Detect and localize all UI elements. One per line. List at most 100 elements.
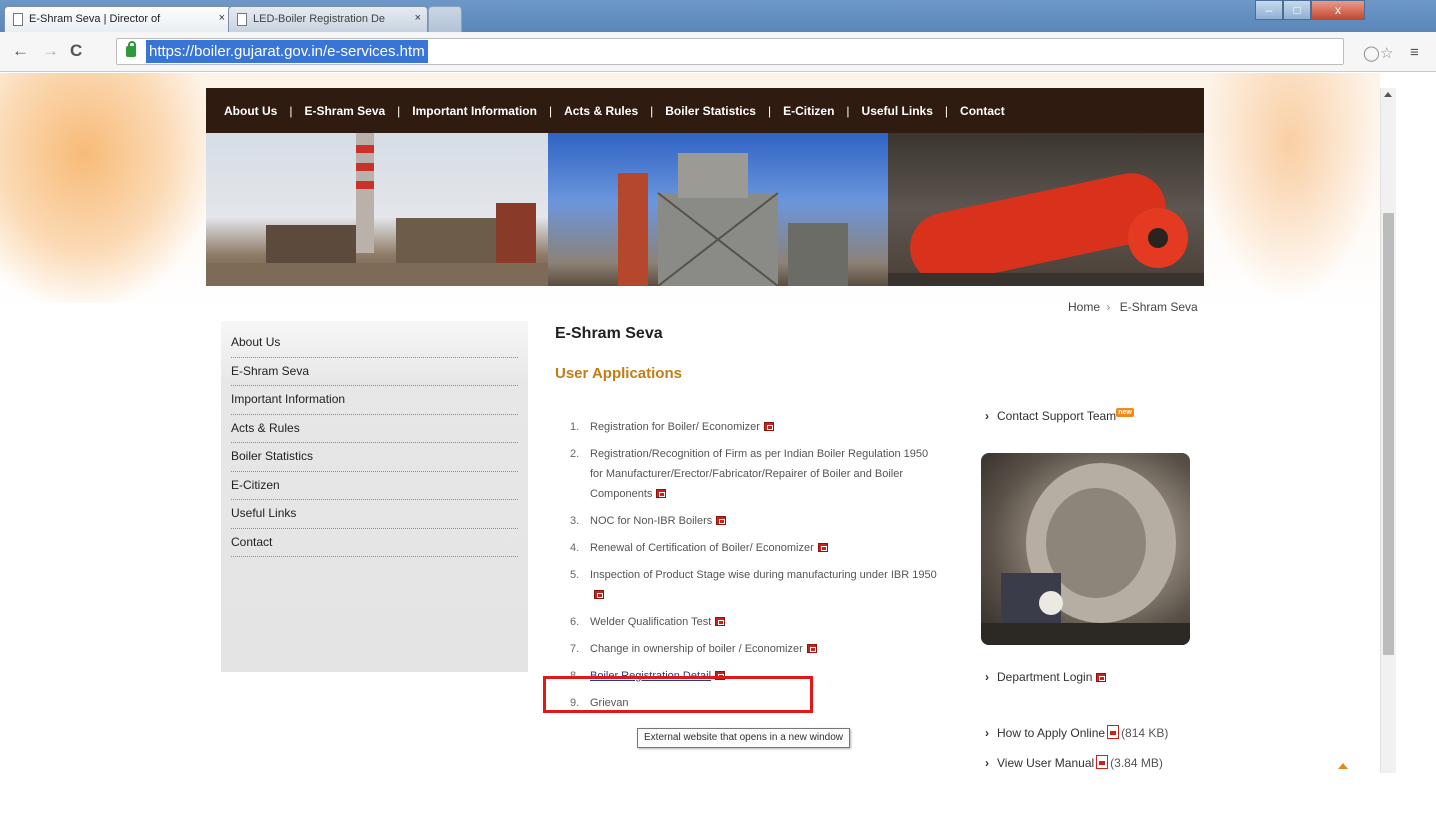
new-badge: new xyxy=(1116,408,1134,417)
chevron-right-icon: › xyxy=(985,409,989,423)
application-link[interactable]: Renewal of Certification of Boiler/ Econ… xyxy=(590,542,814,554)
header-banner xyxy=(206,133,1204,286)
url-text[interactable]: https://boiler.gujarat.gov.in/e-services… xyxy=(146,40,428,63)
external-link-icon xyxy=(656,489,667,498)
topnav-e-shram-seva[interactable]: E-Shram Seva xyxy=(304,104,385,118)
external-link-icon xyxy=(716,516,727,525)
item-number: 7. xyxy=(570,643,580,655)
back-button[interactable]: ← xyxy=(12,41,29,61)
external-link-icon xyxy=(715,617,726,626)
nav-separator: | xyxy=(846,103,850,118)
red-boiler-illustration xyxy=(888,173,1204,286)
breadcrumb-current: E-Shram Seva xyxy=(1119,300,1198,314)
topnav-contact[interactable]: Contact xyxy=(960,104,1005,118)
tab-boiler-registration[interactable]: LED-Boiler Registration De × xyxy=(228,6,428,32)
sidebar-item-boiler-statistics[interactable]: Boiler Statistics xyxy=(231,443,518,472)
list-item[interactable]: 3. NOC for Non-IBR Boilers xyxy=(570,511,940,531)
page-icon xyxy=(13,13,23,26)
top-navigation: About Us | E-Shram Seva | Important Info… xyxy=(206,88,1204,133)
list-item[interactable]: 6. Welder Qualification Test xyxy=(570,612,940,632)
how-to-apply-label[interactable]: How to Apply Online xyxy=(997,726,1105,740)
topnav-useful-links[interactable]: Useful Links xyxy=(862,104,933,118)
reload-button[interactable]: C xyxy=(70,41,82,61)
topnav-important-information[interactable]: Important Information xyxy=(412,104,537,118)
list-item[interactable]: 2. Registration/Recognition of Firm as p… xyxy=(570,444,940,504)
pdf-icon xyxy=(1107,725,1120,739)
list-item[interactable]: 4. Renewal of Certification of Boiler/ E… xyxy=(570,538,940,558)
browser-tab-bar: E-Shram Seva | Director of × LED-Boiler … xyxy=(0,0,1436,32)
tab-e-shram-seva[interactable]: E-Shram Seva | Director of × xyxy=(4,6,232,32)
list-item[interactable]: 7. Change in ownership of boiler / Econo… xyxy=(570,639,940,659)
sidebar-item-useful-links[interactable]: Useful Links xyxy=(231,500,518,529)
list-item[interactable]: 1. Registration for Boiler/ Economizer xyxy=(570,417,940,437)
application-link[interactable]: NOC for Non-IBR Boilers xyxy=(590,515,712,527)
sidebar-item-e-citizen[interactable]: E-Citizen xyxy=(231,472,518,500)
item-number: 5. xyxy=(570,569,580,581)
user-manual-link[interactable]: › View User Manual (3.84 MB) xyxy=(985,755,1163,770)
page-title: E-Shram Seva xyxy=(555,325,663,342)
background-decoration xyxy=(1200,73,1380,303)
sidebar-item-e-shram-seva[interactable]: E-Shram Seva xyxy=(231,358,518,386)
sidebar-item-contact[interactable]: Contact xyxy=(231,529,518,557)
user-manual-label[interactable]: View User Manual xyxy=(997,756,1094,770)
topnav-e-citizen[interactable]: E-Citizen xyxy=(783,104,834,118)
tooltip: External website that opens in a new win… xyxy=(637,728,851,748)
sidebar-item-about-us[interactable]: About Us xyxy=(231,329,518,358)
star-icon[interactable]: ☆ xyxy=(1380,44,1393,62)
scroll-thumb[interactable] xyxy=(1383,213,1394,655)
close-window-button[interactable]: x xyxy=(1311,0,1365,20)
new-tab-button[interactable] xyxy=(428,6,462,32)
nav-separator: | xyxy=(650,103,654,118)
highlight-box xyxy=(543,676,813,713)
boiler-photo-illustration xyxy=(981,463,1190,645)
contact-support-label[interactable]: Contact Support Team xyxy=(997,409,1116,423)
breadcrumb-home[interactable]: Home xyxy=(1068,300,1100,314)
close-tab-icon[interactable]: × xyxy=(415,12,421,24)
sidebar-item-acts-rules[interactable]: Acts & Rules xyxy=(231,415,518,443)
page-icon xyxy=(237,13,247,26)
item-number: 4. xyxy=(570,542,580,554)
nav-separator: | xyxy=(944,103,949,118)
how-to-apply-link[interactable]: › How to Apply Online (814 KB) xyxy=(985,725,1168,740)
topnav-boiler-statistics[interactable]: Boiler Statistics xyxy=(665,104,756,118)
topnav-acts-rules[interactable]: Acts & Rules xyxy=(564,104,638,118)
maximize-button[interactable]: □ xyxy=(1283,0,1311,20)
menu-icon[interactable]: ≡ xyxy=(1410,44,1419,61)
url-input[interactable]: https://boiler.gujarat.gov.in/e-services… xyxy=(116,38,1344,65)
file-size: (814 KB) xyxy=(1121,726,1169,740)
application-link[interactable]: Registration for Boiler/ Economizer xyxy=(590,421,760,433)
banner-image-boiler-structure xyxy=(548,133,888,286)
item-number: 6. xyxy=(570,616,580,628)
department-login-link[interactable]: › Department Login xyxy=(985,670,1107,684)
sidebar-item-important-information[interactable]: Important Information xyxy=(231,386,518,415)
tab-title: LED-Boiler Registration De xyxy=(253,13,386,25)
section-title: User Applications xyxy=(555,365,682,382)
application-link[interactable]: Change in ownership of boiler / Economiz… xyxy=(590,643,803,655)
scroll-up-icon[interactable] xyxy=(1384,92,1392,97)
chevron-right-icon: › xyxy=(985,670,989,684)
contact-support-link[interactable]: › Contact Support Team new xyxy=(985,408,1134,423)
breadcrumb-separator: › xyxy=(1106,300,1111,314)
shield-icon[interactable]: ◯ xyxy=(1363,44,1380,62)
banner-image-power-plant xyxy=(206,133,548,286)
application-link[interactable]: Inspection of Product Stage wise during … xyxy=(590,569,937,581)
file-size: (3.84 MB) xyxy=(1110,756,1163,770)
nav-separator: | xyxy=(289,103,293,118)
minimize-button[interactable]: – xyxy=(1255,0,1283,20)
close-tab-icon[interactable]: × xyxy=(219,12,225,24)
application-link[interactable]: Welder Qualification Test xyxy=(590,616,711,628)
chevron-right-icon: › xyxy=(985,726,989,740)
list-item[interactable]: 5. Inspection of Product Stage wise duri… xyxy=(570,565,940,605)
back-to-top-icon[interactable] xyxy=(1338,763,1348,769)
external-link-icon xyxy=(1096,673,1107,682)
external-link-icon xyxy=(763,422,774,431)
external-link-icon xyxy=(817,543,828,552)
breadcrumb: Home › E-Shram Seva xyxy=(1068,300,1198,314)
forward-button[interactable]: → xyxy=(42,41,59,61)
power-plant-illustration xyxy=(206,133,548,286)
topnav-about-us[interactable]: About Us xyxy=(224,104,277,118)
department-login-label[interactable]: Department Login xyxy=(997,670,1092,684)
application-link[interactable]: Registration/Recognition of Firm as per … xyxy=(590,448,928,500)
item-number: 3. xyxy=(570,515,580,527)
scrollbar[interactable] xyxy=(1380,88,1396,773)
